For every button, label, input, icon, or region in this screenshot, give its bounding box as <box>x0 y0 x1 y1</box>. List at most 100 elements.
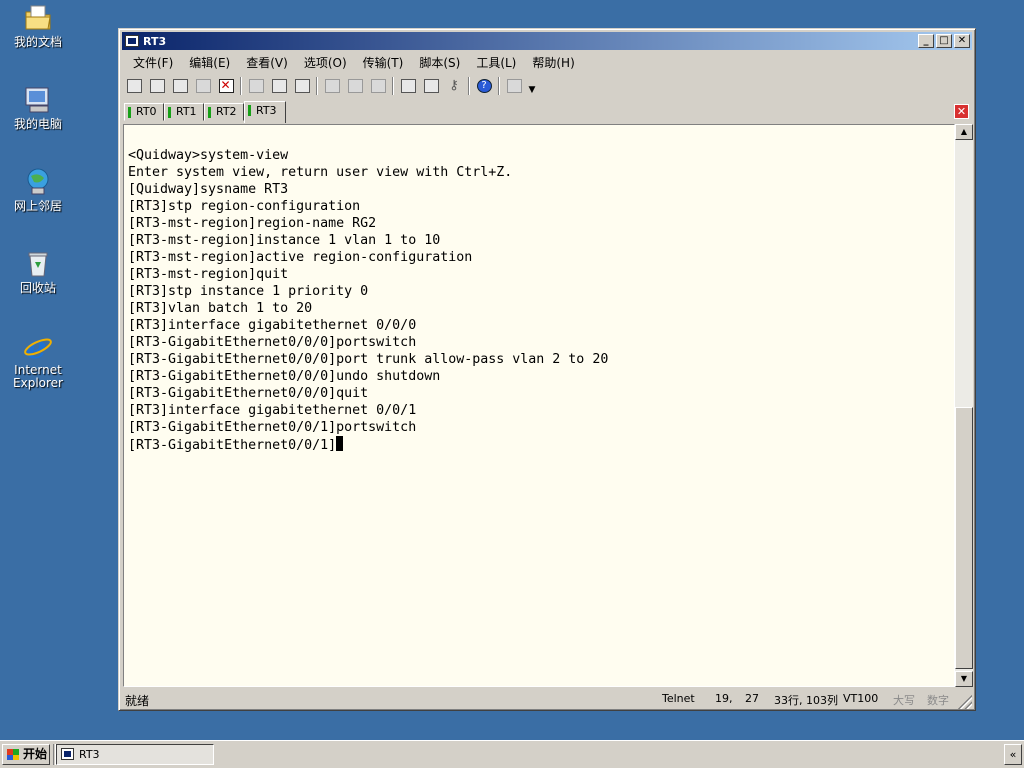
menu-edit[interactable]: 编辑(E) <box>179 54 236 71</box>
network-places-icon <box>22 166 54 198</box>
session-options-icon <box>400 79 416 93</box>
copy-button[interactable] <box>246 76 266 96</box>
desktop-icon-network-places[interactable]: 网上邻居 <box>0 166 76 213</box>
session-tabs: RT0 RT1 RT2 RT3 ✕ <box>124 101 971 123</box>
close-tab-icon[interactable]: ✕ <box>954 104 969 119</box>
desktop-icon-label: 回收站 <box>19 281 56 295</box>
reconnect-icon <box>195 79 211 93</box>
terminal-output[interactable]: <Quidway>system-view Enter system view, … <box>123 124 955 687</box>
terminal-line: [RT3-mst-region]instance 1 vlan 1 to 10 <box>128 233 441 248</box>
terminal-app-icon <box>125 35 139 47</box>
help-icon: ? <box>476 79 492 93</box>
keymap-button[interactable]: ⚷ <box>444 76 464 96</box>
keypad-button[interactable] <box>504 76 524 96</box>
minimize-button[interactable]: _ <box>918 34 934 48</box>
start-button[interactable]: 开始 <box>2 744 50 765</box>
status-ready: 就绪 <box>125 694 150 708</box>
menu-help[interactable]: 帮助(H) <box>522 54 580 71</box>
help-button[interactable]: ? <box>474 76 494 96</box>
desktop-icon-my-computer[interactable]: 我的电脑 <box>0 84 76 131</box>
taskbar-item-label: RT3 <box>79 748 100 761</box>
internet-explorer-icon: e <box>22 328 54 366</box>
connect-button[interactable] <box>124 76 144 96</box>
taskbar-item-rt3[interactable]: RT3 <box>56 744 214 765</box>
status-col: 27 <box>745 692 759 705</box>
window-titlebar[interactable]: RT3 _ □ ✕ <box>122 32 972 50</box>
desktop-icon-my-documents[interactable]: 我的文档 <box>0 2 76 49</box>
tab-rt2[interactable]: RT2 <box>204 103 244 121</box>
resize-grip-icon[interactable] <box>958 695 972 709</box>
desktop-icon-internet-explorer[interactable]: e Internet Explorer <box>0 328 76 390</box>
terminal-line: Enter system view, return user view with… <box>128 165 513 180</box>
find-button[interactable] <box>292 76 312 96</box>
terminal-prompt: [RT3-GigabitEthernet0/0/1] <box>128 438 337 453</box>
menu-file[interactable]: 文件(F) <box>123 54 179 71</box>
status-caps-lock: 大写 <box>893 694 915 707</box>
quick-connect-button[interactable] <box>147 76 167 96</box>
connect-icon <box>126 79 142 93</box>
menu-view[interactable]: 查看(V) <box>236 54 294 71</box>
toolbar-overflow-chevron-icon[interactable]: ▼ <box>527 77 537 95</box>
toolbar-separator <box>316 77 318 95</box>
desktop-icon-recycle-bin[interactable]: 回收站 <box>0 248 76 295</box>
terminal-line: [RT3-mst-region]quit <box>128 267 289 282</box>
menu-tools[interactable]: 工具(L) <box>466 54 522 71</box>
quick-connect-icon <box>149 79 165 93</box>
disconnect-icon <box>218 78 234 93</box>
desktop-icon-label: 网上邻居 <box>13 199 62 213</box>
session-options-button[interactable] <box>398 76 418 96</box>
reconnect-button[interactable] <box>193 76 213 96</box>
scrollbar-thumb[interactable] <box>955 407 973 669</box>
terminal-line: [RT3]interface gigabitethernet 0/0/0 <box>128 318 417 333</box>
keypad-icon <box>506 79 522 93</box>
menu-bar: 文件(F) 编辑(E) 查看(V) 选项(O) 传输(T) 脚本(S) 工具(L… <box>123 52 581 72</box>
terminal-app-icon <box>61 748 74 760</box>
menu-script[interactable]: 脚本(S) <box>409 54 466 71</box>
maximize-button[interactable]: □ <box>936 34 952 48</box>
terminal-line: [RT3]stp instance 1 priority 0 <box>128 284 369 299</box>
toolbar: ⚷ ? ▼ <box>124 74 537 98</box>
paste-button[interactable] <box>269 76 289 96</box>
tray-expand-chevron-icon[interactable]: « <box>1004 744 1022 765</box>
desktop-icon-label: 我的电脑 <box>13 117 62 131</box>
status-row: 19, <box>715 692 733 705</box>
binoculars-icon <box>294 79 310 93</box>
terminal-line: [RT3]interface gigabitethernet 0/0/1 <box>128 403 417 418</box>
global-options-button[interactable] <box>421 76 441 96</box>
print-selection-button[interactable] <box>345 76 365 96</box>
vertical-scrollbar[interactable]: ▲ ▼ <box>955 124 973 687</box>
disconnect-button[interactable] <box>216 76 236 96</box>
scroll-up-arrow-icon[interactable]: ▲ <box>955 124 973 140</box>
toolbar-separator <box>498 77 500 95</box>
status-emulation: VT100 <box>843 692 879 705</box>
status-bar: 就绪 Telnet 19, 27 33行, 103列 VT100 大写 数字 <box>122 689 972 709</box>
terminal-line: <Quidway>system-view <box>128 148 289 163</box>
print-selection-icon <box>347 79 363 93</box>
status-size: 33行, 103列 <box>774 694 838 707</box>
terminal-line: [RT3-mst-region]region-name RG2 <box>128 216 377 231</box>
scroll-down-arrow-icon[interactable]: ▼ <box>955 671 973 687</box>
tab-rt1[interactable]: RT1 <box>164 103 204 121</box>
recycle-bin-icon <box>22 248 54 280</box>
printer-icon <box>370 79 386 93</box>
tab-rt3[interactable]: RT3 <box>244 101 286 123</box>
terminal-line: [RT3-GigabitEthernet0/0/0]port trunk all… <box>128 352 609 367</box>
menu-transfer[interactable]: 传输(T) <box>353 54 410 71</box>
copy-icon <box>248 79 264 93</box>
settings-icon <box>423 79 439 93</box>
menu-options[interactable]: 选项(O) <box>294 54 353 71</box>
toolbar-separator <box>240 77 242 95</box>
print-button[interactable] <box>322 76 342 96</box>
toolbar-separator <box>468 77 470 95</box>
connect-tab-icon <box>172 79 188 93</box>
taskbar: 开始 RT3 « <box>0 740 1024 768</box>
my-computer-icon <box>22 84 54 116</box>
terminal-line: [RT3-mst-region]active region-configurat… <box>128 250 473 265</box>
print-setup-button[interactable] <box>368 76 388 96</box>
desktop-icon-label: 我的文档 <box>13 35 62 49</box>
close-button[interactable]: ✕ <box>954 34 970 48</box>
print-icon <box>324 79 340 93</box>
connect-tab-button[interactable] <box>170 76 190 96</box>
tab-rt0[interactable]: RT0 <box>124 103 164 121</box>
toolbar-separator <box>392 77 394 95</box>
